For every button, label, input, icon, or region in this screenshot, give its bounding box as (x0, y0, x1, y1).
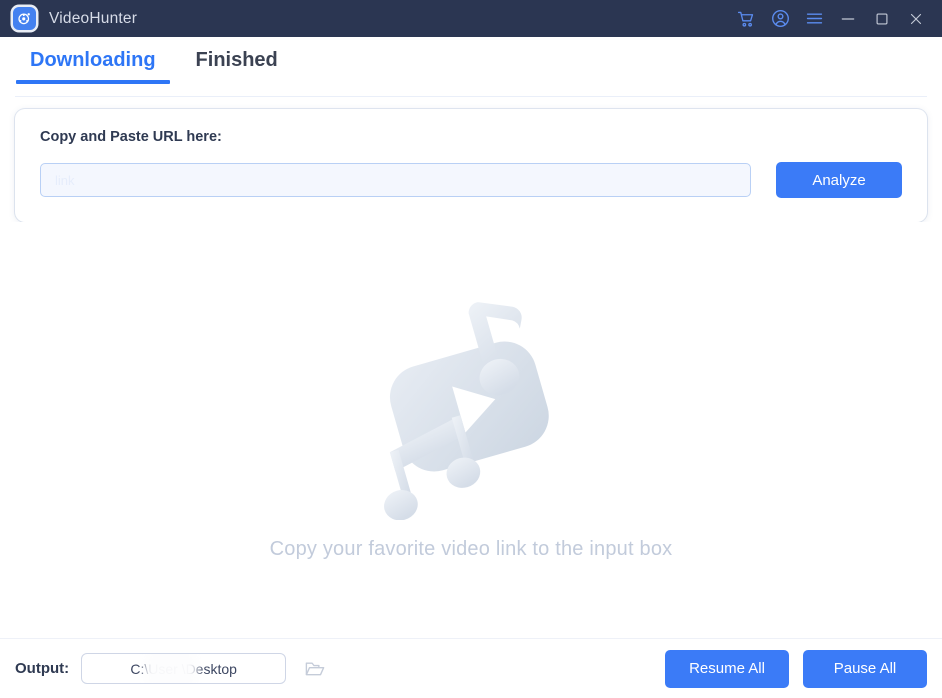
minimize-icon[interactable] (831, 0, 865, 37)
tab-downloading[interactable]: Downloading (16, 50, 170, 84)
output-path-field[interactable]: C:\User \Desktop (81, 653, 287, 684)
url-input-row: Analyze (40, 162, 902, 198)
tab-bar: Downloading Finished (0, 37, 942, 97)
video-music-placeholder-illustration (384, 301, 549, 520)
url-card-label: Copy and Paste URL here: (40, 129, 222, 145)
title-bar: VideoHunter (0, 0, 942, 37)
resume-all-button[interactable]: Resume All (665, 649, 789, 688)
empty-state-message: Copy your favorite video link to the inp… (269, 537, 673, 560)
folder-open-icon[interactable] (302, 656, 328, 682)
videohunter-logo-icon (13, 7, 36, 30)
redaction-blur-overlay (144, 654, 199, 683)
url-card: Copy and Paste URL here: Analyze (15, 109, 927, 222)
menu-icon[interactable] (797, 0, 831, 37)
videohunter-window: VideoHunter Downloading Finished Copy an… (0, 0, 942, 698)
tab-finished[interactable]: Finished (182, 50, 292, 84)
app-title: VideoHunter (49, 9, 138, 27)
url-card-wrapper: Copy and Paste URL here: Analyze (0, 97, 942, 222)
close-icon[interactable] (899, 0, 933, 37)
analyze-button[interactable]: Analyze (776, 162, 902, 198)
empty-state: Copy your favorite video link to the inp… (0, 222, 942, 638)
cart-icon[interactable] (729, 0, 763, 37)
pause-all-button[interactable]: Pause All (803, 649, 927, 688)
url-input[interactable] (40, 163, 751, 197)
account-icon[interactable] (763, 0, 797, 37)
output-label: Output: (15, 660, 70, 677)
maximize-icon[interactable] (865, 0, 899, 37)
output-bar: Output: C:\User \Desktop Resume All Paus… (0, 638, 942, 698)
